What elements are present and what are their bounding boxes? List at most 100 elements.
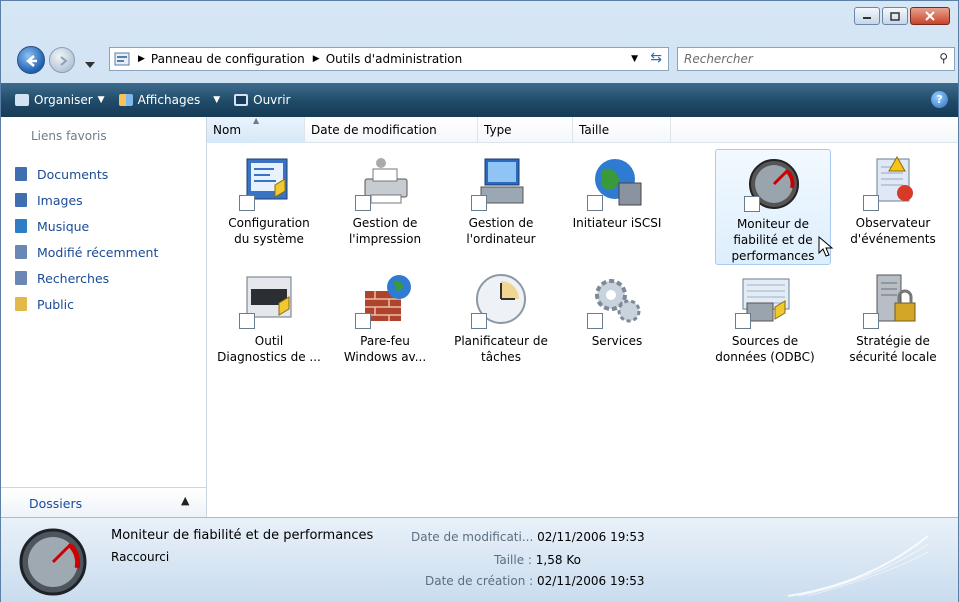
nav-item-images[interactable]: Images <box>15 187 158 213</box>
shortcut-arrow-icon <box>355 313 371 329</box>
shortcut-arrow-icon <box>735 313 751 329</box>
close-button[interactable] <box>910 7 950 25</box>
nav-item-recent[interactable]: Modifié récemment <box>15 239 158 265</box>
gauge-icon <box>13 526 93 599</box>
breadcrumb-admin-tools[interactable]: Outils d'administration <box>326 52 463 66</box>
maximize-button[interactable] <box>882 7 908 25</box>
forward-arrow-icon <box>60 56 68 66</box>
services-gears-icon <box>587 273 647 329</box>
shortcut-arrow-icon <box>863 195 879 211</box>
column-name[interactable]: ▲ Nom <box>207 116 305 143</box>
nav-item-searches[interactable]: Recherches <box>15 265 158 291</box>
organize-icon <box>15 94 29 106</box>
file-item[interactable]: Gestion de l'ordinateur <box>443 149 559 265</box>
file-item[interactable]: Sources de données (ODBC) <box>715 267 815 383</box>
nav-item-music[interactable]: Musique <box>15 213 158 239</box>
public-folder-icon <box>15 297 27 311</box>
file-item[interactable]: Outil Diagnostics de ... <box>211 267 327 383</box>
column-date-modified[interactable]: Date de modification <box>305 117 478 143</box>
nav-item-label: Musique <box>37 218 90 234</box>
chevron-down-icon: ▼ <box>97 95 105 105</box>
searches-icon <box>15 271 27 285</box>
images-icon <box>15 193 27 207</box>
task-scheduler-clock-icon <box>471 273 531 329</box>
address-row: ▶ Panneau de configuration ▶ Outils d'ad… <box>1 37 958 83</box>
nav-item-label: Recherches <box>37 270 110 286</box>
help-icon[interactable]: ? <box>931 91 948 108</box>
explorer-window: ▶ Panneau de configuration ▶ Outils d'ad… <box>0 0 959 602</box>
shortcut-arrow-icon <box>471 195 487 211</box>
details-file-type: Raccourci <box>111 550 170 564</box>
firewall-icon <box>355 273 415 329</box>
views-icon <box>118 94 133 106</box>
views-button[interactable]: Affichages ▼ <box>118 93 221 107</box>
chevron-down-icon <box>85 62 95 68</box>
navigation-pane: Liens favoris Documents Images Musique M… <box>1 117 207 517</box>
control-panel-icon <box>114 52 130 66</box>
history-dropdown[interactable] <box>85 57 95 71</box>
file-item-selected[interactable]: Moniteur de fiabilité et de performances <box>715 149 834 265</box>
file-list: ▲ Nom Date de modification Type Taille Co… <box>207 116 958 517</box>
forward-button[interactable] <box>49 47 75 73</box>
details-modified: Date de modificati... 02/11/2006 19:53 <box>411 530 645 544</box>
open-label: Ouvrir <box>253 93 291 107</box>
memory-diagnostic-icon <box>239 273 299 329</box>
organize-label: Organiser <box>34 93 93 107</box>
breadcrumb-separator: ▶ <box>312 54 320 64</box>
minimize-icon <box>863 17 871 19</box>
breadcrumb-control-panel[interactable]: Panneau de configuration <box>151 52 305 66</box>
nav-item-label: Public <box>37 296 74 312</box>
file-item[interactable]: Stratégie de sécurité locale <box>835 267 951 383</box>
details-size: Taille : 1,58 Ko <box>494 553 581 567</box>
odbc-data-sources-icon <box>735 273 795 329</box>
shortcut-arrow-icon <box>863 313 879 329</box>
details-created: Date de création : 02/11/2006 19:53 <box>425 574 645 588</box>
decorative-flare <box>788 535 928 597</box>
gauge-icon <box>744 156 804 212</box>
music-icon <box>15 219 27 233</box>
details-file-name: Moniteur de fiabilité et de performances <box>111 528 374 543</box>
shortcut-arrow-icon <box>744 196 760 212</box>
system-config-icon <box>239 155 299 211</box>
search-placeholder: Rechercher <box>684 52 753 66</box>
column-type[interactable]: Type <box>478 117 573 143</box>
minimize-button[interactable] <box>854 7 880 25</box>
chevron-down-icon: ▼ <box>213 95 221 105</box>
file-item[interactable]: Configuration du système <box>211 149 327 265</box>
organize-button[interactable]: Organiser ▼ <box>15 93 105 107</box>
address-dropdown-icon[interactable]: ▼ <box>631 54 638 64</box>
address-bar[interactable]: ▶ Panneau de configuration ▶ Outils d'ad… <box>109 47 669 71</box>
back-button[interactable] <box>17 46 45 74</box>
nav-item-label: Images <box>37 192 83 208</box>
open-button[interactable]: Ouvrir <box>234 93 290 107</box>
folders-label: Dossiers <box>29 496 83 511</box>
file-item[interactable]: Initiateur iSCSI <box>559 149 675 265</box>
printer-icon <box>355 155 415 211</box>
file-item[interactable]: Observateur d'événements <box>835 149 951 265</box>
shortcut-arrow-icon <box>355 195 371 211</box>
nav-item-label: Documents <box>37 166 109 182</box>
details-pane: Moniteur de fiabilité et de performances… <box>1 517 958 602</box>
file-item[interactable]: Pare-feu Windows av... <box>327 267 443 383</box>
folders-toggle[interactable]: Dossiers ▲ <box>1 487 206 517</box>
search-icon[interactable]: ⚲ <box>939 51 948 65</box>
search-input[interactable]: Rechercher ⚲ <box>677 47 955 71</box>
column-size[interactable]: Taille <box>573 117 671 143</box>
security-policy-lock-icon <box>863 273 923 329</box>
shortcut-arrow-icon <box>587 195 603 211</box>
favorites-heading: Liens favoris <box>31 129 107 143</box>
computer-management-icon <box>471 155 531 211</box>
nav-item-label: Modifié récemment <box>37 244 159 260</box>
shortcut-arrow-icon <box>239 195 255 211</box>
file-item[interactable]: Gestion de l'impression <box>327 149 443 265</box>
title-bar <box>1 1 958 37</box>
refresh-icon[interactable]: ⇆ <box>650 50 662 66</box>
shortcut-arrow-icon <box>471 313 487 329</box>
shortcut-arrow-icon <box>587 313 603 329</box>
nav-item-documents[interactable]: Documents <box>15 161 158 187</box>
file-item[interactable]: Services <box>559 267 675 383</box>
sort-ascending-icon: ▲ <box>253 116 260 125</box>
open-icon <box>234 94 249 106</box>
nav-item-public[interactable]: Public <box>15 291 158 317</box>
file-item[interactable]: Planificateur de tâches <box>443 267 559 383</box>
